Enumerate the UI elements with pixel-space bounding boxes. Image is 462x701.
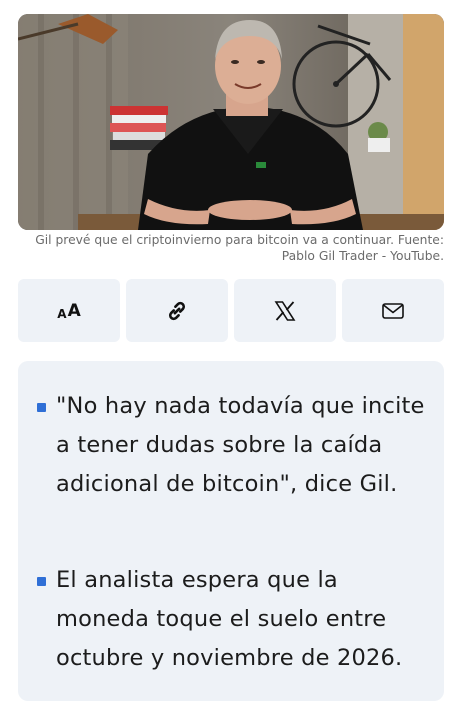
key-points-panel: "No hay nada todavía que incite a tener … xyxy=(18,361,444,701)
text-size-big-glyph: A xyxy=(67,300,81,321)
share-x-button[interactable] xyxy=(234,279,336,342)
copy-link-button[interactable] xyxy=(126,279,228,342)
hero-photo xyxy=(18,14,444,230)
key-point-text: "No hay nada todavía que incite a tener … xyxy=(56,393,425,497)
link-icon xyxy=(169,301,185,320)
x-logo-icon xyxy=(274,300,296,321)
key-point-text: El analista espera que la moneda toque e… xyxy=(56,567,403,671)
bullet-marker xyxy=(37,403,46,412)
bullet-marker xyxy=(37,577,46,586)
text-size-icon: AA xyxy=(57,301,80,321)
share-email-button[interactable] xyxy=(342,279,444,342)
image-caption: Gil prevé que el criptoinvierno para bit… xyxy=(35,233,444,263)
text-size-small-glyph: A xyxy=(57,306,67,321)
share-toolbar: AA xyxy=(18,279,444,342)
article-hero-image xyxy=(18,14,444,230)
mail-icon xyxy=(382,302,404,319)
text-size-button[interactable]: AA xyxy=(18,279,120,342)
